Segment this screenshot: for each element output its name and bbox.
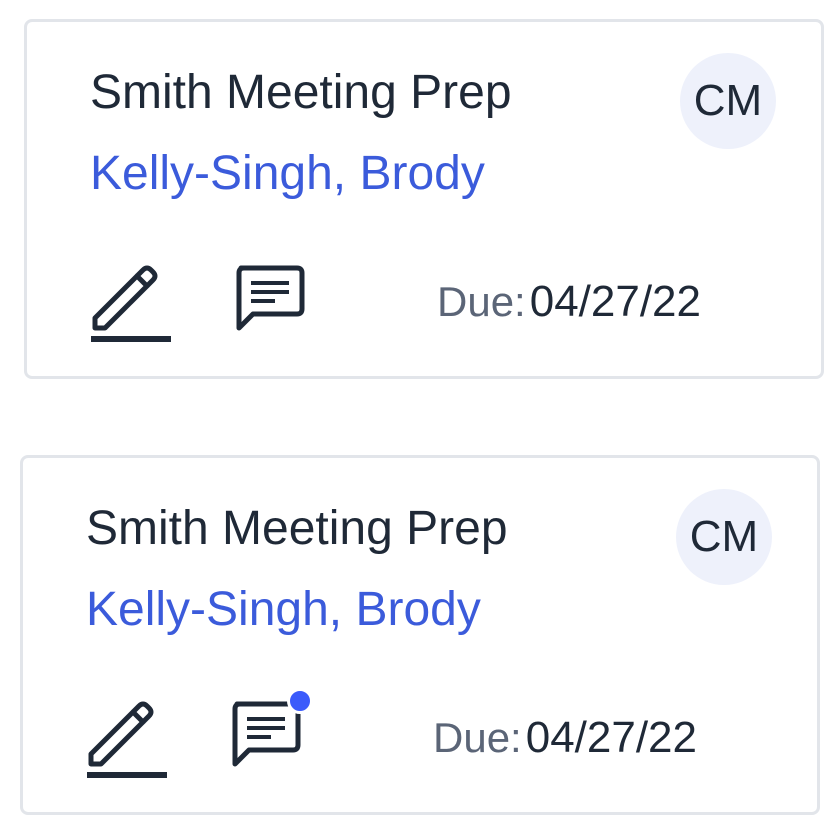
due-date-row: Due:04/27/22: [433, 716, 697, 760]
client-link[interactable]: Kelly-Singh, Brody: [90, 150, 485, 198]
due-date-row: Due:04/27/22: [437, 280, 701, 324]
task-card[interactable]: Smith Meeting Prep Kelly-Singh, Brody CM…: [20, 455, 820, 815]
comment-icon[interactable]: [231, 262, 307, 334]
assignee-avatar[interactable]: CM: [680, 53, 776, 149]
client-link[interactable]: Kelly-Singh, Brody: [86, 586, 481, 634]
task-title: Smith Meeting Prep: [86, 502, 508, 555]
assignee-avatar[interactable]: CM: [676, 489, 772, 585]
task-card[interactable]: Smith Meeting Prep Kelly-Singh, Brody CM…: [24, 19, 824, 379]
due-date-value: 04/27/22: [525, 713, 697, 762]
due-date-value: 04/27/22: [529, 277, 701, 326]
pencil-edit-icon[interactable]: [87, 256, 173, 346]
comment-icon[interactable]: [227, 688, 313, 770]
unread-notification-dot: [287, 688, 313, 714]
due-label: Due:: [433, 714, 522, 761]
due-label: Due:: [437, 278, 526, 325]
task-title: Smith Meeting Prep: [90, 66, 512, 119]
pencil-edit-icon[interactable]: [83, 692, 169, 782]
